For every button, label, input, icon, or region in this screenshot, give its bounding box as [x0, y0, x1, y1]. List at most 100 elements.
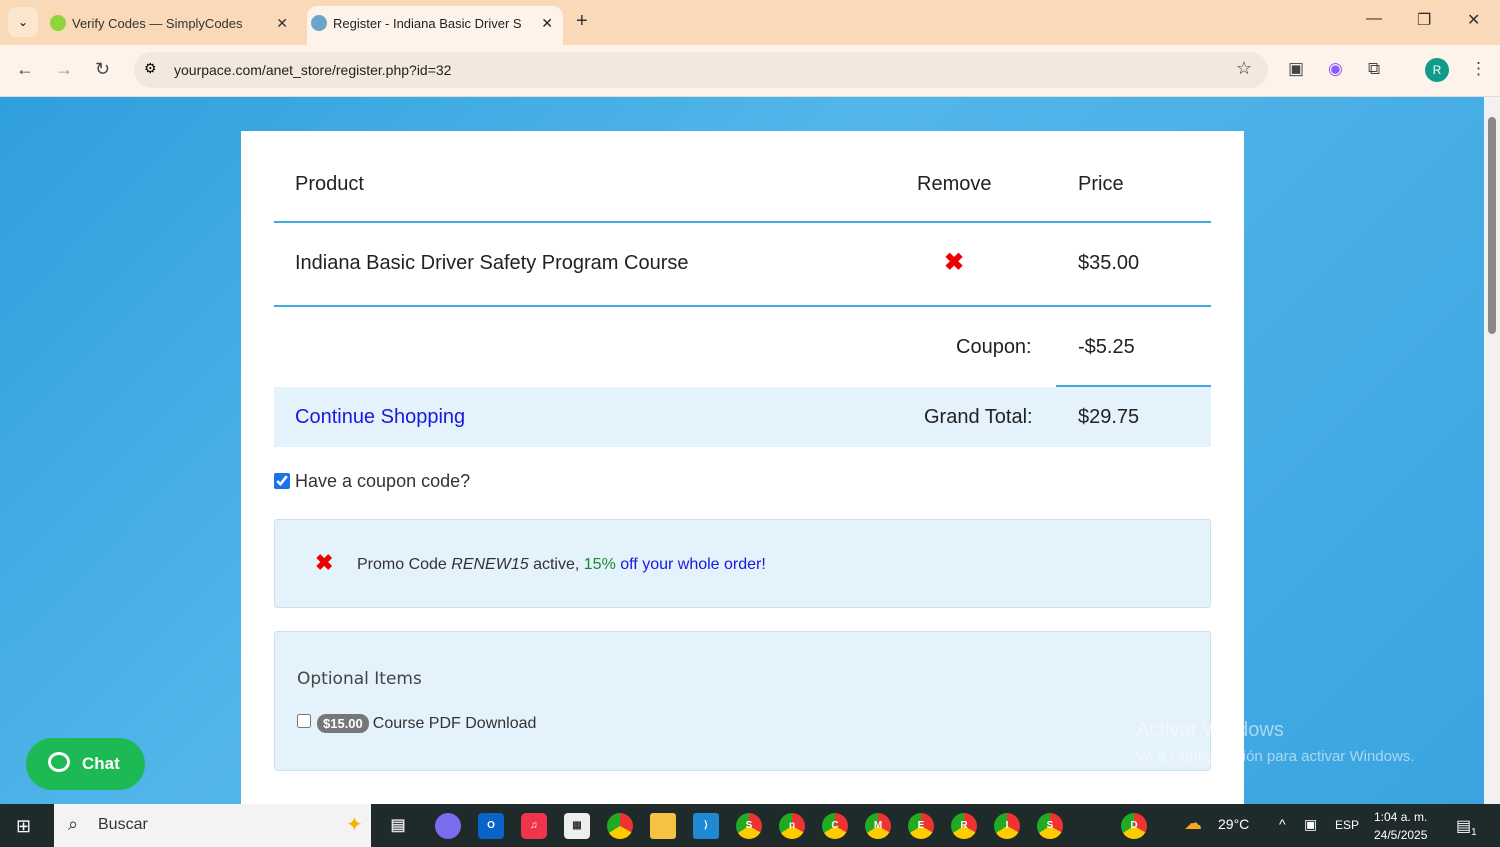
close-tab-icon[interactable]: ✕: [541, 15, 553, 32]
tab-verify-codes[interactable]: Verify Codes — SimplyCodes ✕: [46, 6, 298, 45]
coupon-value: -$5.25: [1078, 336, 1135, 358]
scrollbar[interactable]: [1484, 97, 1500, 804]
chrome-profile-icon[interactable]: R: [951, 813, 977, 839]
promo-active: active,: [528, 556, 584, 573]
notification-count: 1: [1471, 827, 1477, 839]
date: 24/5/2025: [1374, 828, 1428, 842]
restore-button[interactable]: ❐: [1417, 10, 1431, 30]
clock[interactable]: 1:04 a. m. 24/5/2025: [1374, 808, 1427, 844]
remove-item-icon[interactable]: ✖: [944, 248, 964, 277]
weather-icon[interactable]: ☁: [1184, 813, 1202, 834]
close-tab-icon[interactable]: ✕: [276, 15, 288, 32]
tab-search-button[interactable]: ⌄: [8, 7, 38, 37]
store-icon[interactable]: ▦: [564, 813, 590, 839]
extension-icon[interactable]: ▣: [1288, 59, 1304, 79]
optional-items-title: Optional Items: [297, 669, 422, 689]
chrome-profile-icon[interactable]: D: [1121, 813, 1147, 839]
price-badge: $15.00: [317, 714, 369, 733]
grand-total-label: Grand Total:: [924, 406, 1033, 428]
reload-button[interactable]: ↻: [95, 59, 110, 80]
chat-button[interactable]: Chat: [26, 738, 145, 790]
cart-card: Product Remove Price Indiana Basic Drive…: [241, 131, 1244, 804]
item-name: Indiana Basic Driver Safety Program Cour…: [295, 252, 689, 274]
chat-label: Chat: [82, 754, 120, 773]
chrome-profile-icon[interactable]: E: [908, 813, 934, 839]
grand-total-value: $29.75: [1078, 406, 1140, 428]
network-icon[interactable]: ▣: [1304, 816, 1317, 833]
promo-rest: off your whole order!: [615, 556, 766, 573]
chrome-profile-icon[interactable]: S: [736, 813, 762, 839]
optional-item-checkbox[interactable]: [297, 714, 311, 728]
optional-item[interactable]: $15.00 Course PDF Download: [297, 714, 536, 733]
forward-button[interactable]: →: [55, 59, 73, 80]
taskbar: ⊞ ⌕ Buscar ✦ ▤ O ♫ ▦ ⟩ S n C M E R I S D…: [0, 804, 1500, 847]
scrollbar-thumb[interactable]: [1488, 117, 1496, 334]
activation-watermark-subtitle: Ve a Configuración para activar Windows.: [1136, 748, 1415, 765]
vscode-icon[interactable]: ⟩: [693, 813, 719, 839]
search-icon: ⌕: [68, 814, 79, 834]
coupon-label: Coupon:: [956, 336, 1032, 358]
extension-icon[interactable]: ◉: [1328, 59, 1343, 79]
chrome-icon[interactable]: [607, 813, 633, 839]
optional-item-label: Course PDF Download: [372, 715, 537, 732]
windows-start-icon[interactable]: ⊞: [16, 816, 31, 837]
tab-strip: ⌄ Verify Codes — SimplyCodes ✕ Register …: [0, 0, 1500, 45]
price-header: Price: [1078, 173, 1124, 195]
close-window-button[interactable]: ✕: [1467, 10, 1480, 30]
continue-shopping-link[interactable]: Continue Shopping: [295, 406, 465, 429]
new-tab-button[interactable]: +: [576, 10, 588, 33]
extensions-puzzle-icon[interactable]: ⧉: [1368, 59, 1380, 79]
profile-avatar[interactable]: R: [1425, 58, 1449, 82]
chat-bubble-icon: [48, 752, 70, 772]
remove-promo-icon[interactable]: ✖: [315, 550, 333, 576]
menu-icon[interactable]: ⋮: [1470, 59, 1487, 79]
bookmark-star-icon[interactable]: ☆: [1236, 58, 1252, 79]
chrome-profile-icon[interactable]: n: [779, 813, 805, 839]
tray-chevron-icon[interactable]: ^: [1279, 816, 1286, 832]
promo-prefix: Promo Code: [357, 556, 452, 573]
url-text[interactable]: yourpace.com/anet_store/register.php?id=…: [174, 62, 451, 78]
time: 1:04 a. m.: [1374, 810, 1428, 824]
simplycodes-favicon-icon: [50, 15, 66, 31]
chrome-profile-icon[interactable]: M: [865, 813, 891, 839]
promo-percent: 15%: [583, 556, 616, 573]
coupon-row: Coupon: -$5.25: [274, 307, 1211, 387]
minimize-button[interactable]: —: [1366, 10, 1382, 28]
notifications-icon[interactable]: ▤1: [1456, 816, 1477, 838]
task-view-icon[interactable]: ▤: [385, 813, 411, 839]
taskbar-search[interactable]: ⌕ Buscar ✦: [54, 804, 371, 847]
activation-watermark: Activar Windows: [1136, 719, 1284, 741]
page-content: Product Remove Price Indiana Basic Drive…: [0, 97, 1484, 804]
cart-item-row: Indiana Basic Driver Safety Program Cour…: [274, 223, 1211, 307]
site-info-icon[interactable]: ⚙: [144, 60, 157, 77]
temperature[interactable]: 29°C: [1218, 816, 1249, 832]
outlook-icon[interactable]: O: [478, 813, 504, 839]
search-placeholder: Buscar: [98, 816, 148, 833]
coupon-toggle-label: Have a coupon code?: [295, 471, 471, 491]
back-button[interactable]: ←: [16, 59, 34, 80]
chrome-profile-icon[interactable]: S: [1037, 813, 1063, 839]
coupon-checkbox[interactable]: [274, 473, 290, 489]
promo-box: ✖ Promo Code RENEW15 active, 15% off you…: [274, 519, 1211, 608]
tab-title: Verify Codes — SimplyCodes: [72, 16, 243, 31]
product-header: Product: [295, 173, 364, 195]
sparkle-icon: ✦: [346, 814, 363, 836]
file-explorer-icon[interactable]: [650, 813, 676, 839]
site-favicon-icon: [311, 15, 327, 31]
tab-register[interactable]: Register - Indiana Basic Driver S ✕: [307, 6, 563, 45]
chrome-profile-icon[interactable]: C: [822, 813, 848, 839]
copilot-icon[interactable]: [435, 813, 461, 839]
promo-code: RENEW15: [451, 556, 529, 573]
cart-header: Product Remove Price: [274, 131, 1211, 223]
browser-toolbar: ← → ↻ ⚙ yourpace.com/anet_store/register…: [0, 45, 1500, 97]
item-price: $35.00: [1078, 252, 1140, 274]
language-indicator[interactable]: ESP: [1335, 818, 1359, 832]
chrome-profile-icon[interactable]: I: [994, 813, 1020, 839]
music-icon[interactable]: ♫: [521, 813, 547, 839]
tab-title: Register - Indiana Basic Driver S: [333, 16, 522, 31]
optional-items: Optional Items $15.00 Course PDF Download: [274, 631, 1211, 771]
address-bar[interactable]: ⚙ yourpace.com/anet_store/register.php?i…: [134, 52, 1268, 88]
remove-header: Remove: [917, 173, 992, 195]
total-row: Continue Shopping Grand Total: $29.75: [274, 387, 1211, 447]
coupon-toggle[interactable]: Have a coupon code?: [274, 471, 470, 492]
